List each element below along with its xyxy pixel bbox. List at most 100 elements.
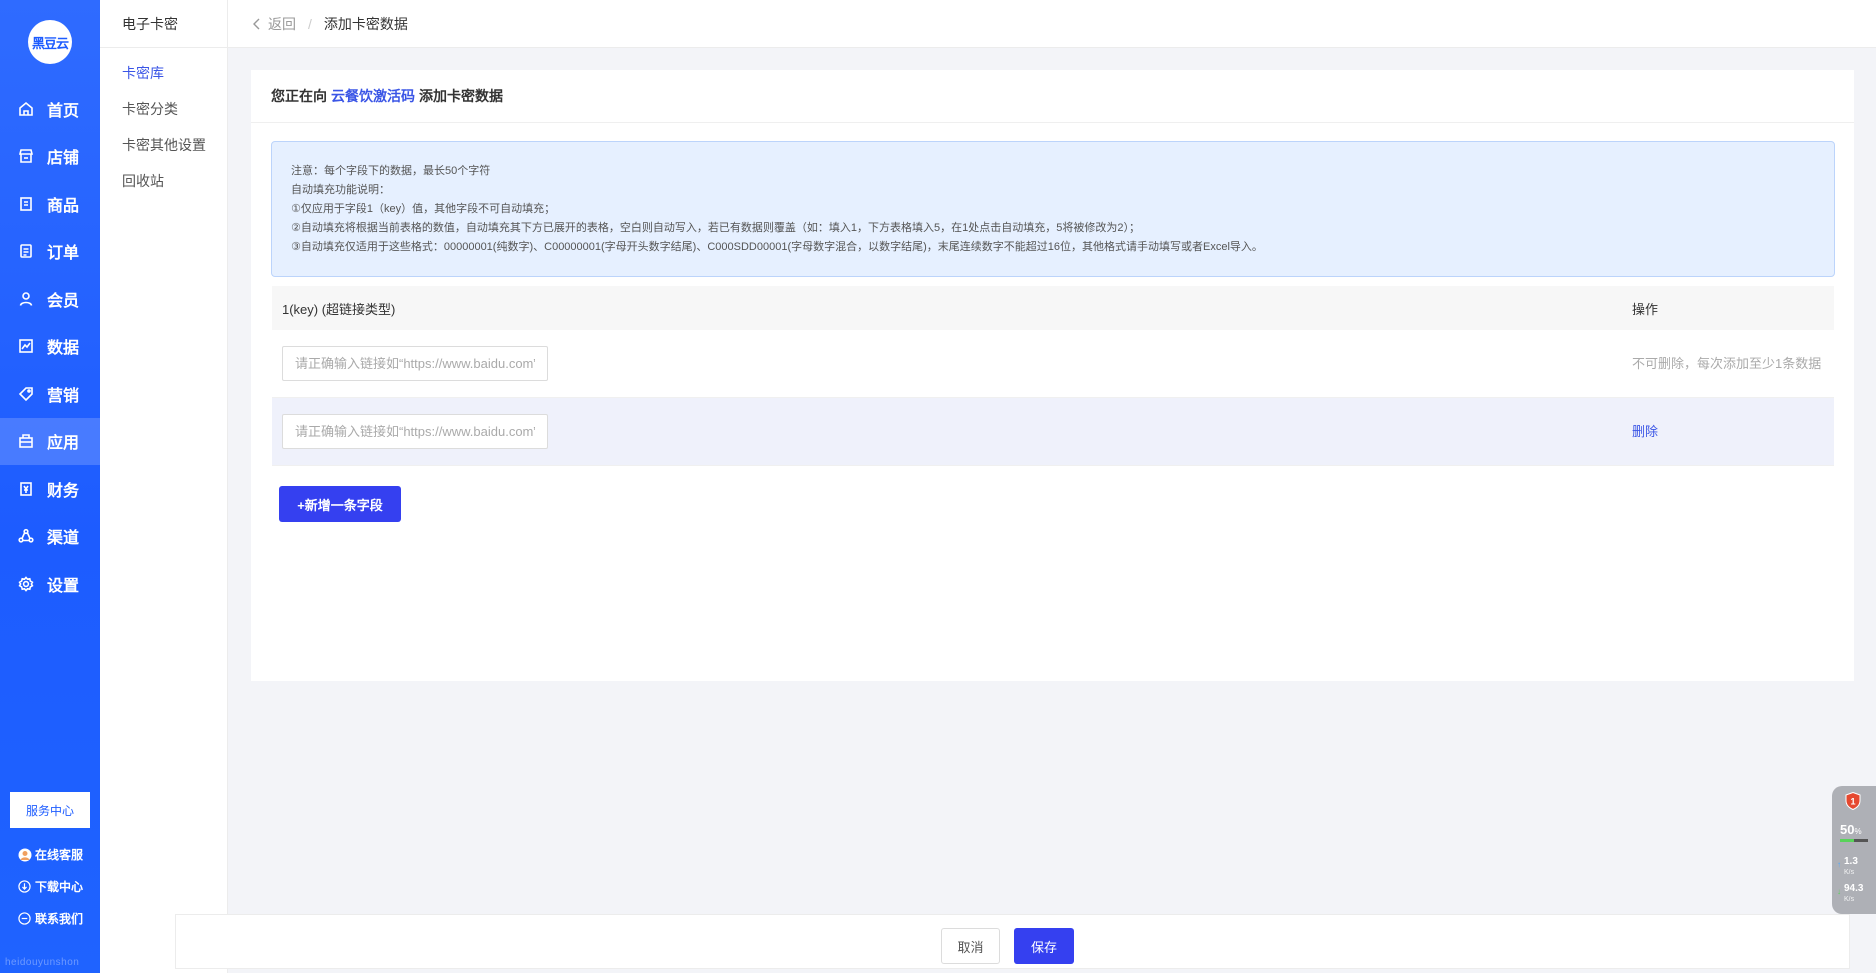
- page-title: 您正在向 云餐饮激活码 添加卡密数据: [251, 70, 1854, 123]
- back-label: 返回: [268, 15, 296, 32]
- system-monitor-widget[interactable]: 1 50% ↑ 1.3 K/s ↓ 94.3 K/s: [1832, 786, 1876, 914]
- order-icon: [17, 242, 35, 260]
- upload-unit: K/s: [1844, 869, 1855, 876]
- save-button[interactable]: 保存: [1014, 928, 1074, 964]
- download-center-link[interactable]: 下载中心: [18, 878, 83, 895]
- breadcrumb: 返回 / 添加卡密数据: [228, 0, 1876, 48]
- nav-item-channel[interactable]: 渠道: [0, 513, 100, 561]
- nav-item-label: 设置: [47, 577, 80, 595]
- gear-icon: [17, 575, 35, 593]
- notice-box: 注意：每个字段下的数据，最长50个字符 自动填充功能说明： ①仅应用于字段1（k…: [271, 141, 1835, 277]
- shield-icon: 1: [1845, 792, 1861, 810]
- bottom-action-bar: 取消 保存: [175, 914, 1850, 969]
- notice-line: ①仅应用于字段1（key）值，其他字段不可自动填充；: [291, 203, 556, 215]
- cpu-percent-value: 50: [1840, 822, 1855, 837]
- tag-icon: [17, 385, 35, 403]
- table-cell-key: [272, 346, 1632, 381]
- logo-text: 黑豆云: [31, 35, 69, 51]
- notice-line: 自动填充功能说明：: [291, 184, 390, 196]
- link-input[interactable]: [282, 346, 548, 381]
- cpu-percent-unit: %: [1854, 827, 1862, 836]
- nav-item-app[interactable]: 应用: [0, 417, 100, 465]
- subnav-item-card-other-settings[interactable]: 卡密其他设置: [100, 127, 227, 163]
- nav-item-label: 店铺: [47, 150, 80, 168]
- upload-speed: ↑ 1.3 K/s: [1837, 856, 1858, 878]
- avatar-icon: [18, 848, 32, 862]
- nav-item-store[interactable]: 店铺: [0, 133, 100, 181]
- add-field-button[interactable]: +新增一条字段: [279, 486, 401, 522]
- notice-line: 注意：每个字段下的数据，最长50个字符: [291, 165, 491, 177]
- secondary-sidebar: 电子卡密 卡密库 卡密分类 卡密其他设置 回收站: [100, 0, 228, 973]
- nav-item-label: 会员: [47, 292, 80, 310]
- nav-item-label: 数据: [47, 340, 80, 358]
- nav-item-marketing[interactable]: 营销: [0, 370, 100, 418]
- chevron-left-icon: [252, 17, 264, 31]
- nav-item-home[interactable]: 首页: [0, 85, 100, 133]
- nav-item-settings[interactable]: 设置: [0, 560, 100, 608]
- breadcrumb-separator: /: [308, 15, 312, 32]
- column-header-action: 操作: [1632, 301, 1659, 317]
- main-sidebar: 黑豆云 首页 店铺 商品 订单 会员 数据 营销 应用 财务 渠道 设置 服务中…: [0, 0, 100, 973]
- subnav-item-recycle-bin[interactable]: 回收站: [100, 163, 227, 199]
- table-row: 删除: [272, 398, 1834, 466]
- nav-item-label: 商品: [47, 197, 80, 215]
- home-icon: [17, 100, 35, 118]
- subnav-title: 电子卡密: [100, 0, 227, 48]
- logo[interactable]: 黑豆云: [28, 20, 72, 64]
- member-icon: [17, 290, 35, 308]
- chart-icon: [17, 337, 35, 355]
- cpu-bar: [1840, 839, 1868, 842]
- delete-row-link[interactable]: 删除: [1632, 423, 1834, 441]
- download-speed: ↓ 94.3 K/s: [1837, 883, 1863, 905]
- nav-item-label: 应用: [47, 435, 80, 453]
- download-icon: [18, 879, 32, 894]
- footer-brand: heidouyunshon: [5, 957, 80, 968]
- link-input[interactable]: [282, 414, 548, 449]
- channel-icon: [17, 527, 35, 545]
- subnav-item-card-library[interactable]: 卡密库: [100, 55, 227, 91]
- arrow-up-icon: ↑: [1837, 860, 1841, 869]
- nav-item-finance[interactable]: 财务: [0, 465, 100, 513]
- subnav-list: 卡密库 卡密分类 卡密其他设置 回收站: [100, 48, 227, 199]
- online-service-link[interactable]: 在线客服: [18, 846, 83, 863]
- table-cell-key: [272, 414, 1632, 449]
- nav-item-label: 首页: [47, 102, 80, 120]
- notice-line: ②自动填充将根据当前表格的数值，自动填充其下方已展开的表格，空白则自动写入，若已…: [291, 222, 1140, 234]
- arrow-down-icon: ↓: [1837, 887, 1841, 896]
- download-center-label: 下载中心: [35, 880, 84, 894]
- upload-value: 1.3: [1844, 856, 1858, 867]
- title-suffix: 添加卡密数据: [419, 88, 503, 104]
- column-header-key: 1(key) (超链接类型): [282, 301, 396, 317]
- nav-item-product[interactable]: 商品: [0, 180, 100, 228]
- nav-item-order[interactable]: 订单: [0, 228, 100, 276]
- alert-badge-count: 1: [1850, 797, 1855, 807]
- online-service-label: 在线客服: [35, 848, 84, 862]
- nav-item-label: 营销: [47, 387, 80, 405]
- contact-us-link[interactable]: 联系我们: [18, 910, 83, 927]
- finance-icon: [17, 480, 35, 498]
- app-icon: [17, 432, 35, 450]
- nav-item-label: 财务: [47, 482, 80, 500]
- cpu-percent: 50%: [1840, 822, 1862, 837]
- cpu-bar-fill: [1840, 839, 1854, 842]
- download-unit: K/s: [1844, 896, 1855, 903]
- nav-item-label: 订单: [47, 245, 80, 263]
- nav-item-data[interactable]: 数据: [0, 323, 100, 371]
- main-card: 您正在向 云餐饮激活码 添加卡密数据 注意：每个字段下的数据，最长50个字符 自…: [251, 70, 1854, 681]
- main-nav-list: 首页 店铺 商品 订单 会员 数据 营销 应用 财务 渠道 设置: [0, 85, 100, 608]
- back-link[interactable]: 返回: [252, 14, 296, 34]
- target-library-name: 云餐饮激活码: [331, 88, 415, 104]
- notice-line: ③自动填充仅适用于这些格式：00000001(纯数字)、C00000001(字母…: [291, 241, 1263, 253]
- contact-us-label: 联系我们: [35, 912, 84, 926]
- nav-item-member[interactable]: 会员: [0, 275, 100, 323]
- row-action-note: 不可删除，每次添加至少1条数据: [1632, 355, 1822, 371]
- table-header: 1(key) (超链接类型) 操作: [272, 286, 1834, 330]
- service-center-button[interactable]: 服务中心: [10, 792, 90, 828]
- data-table: 1(key) (超链接类型) 操作 不可删除，每次添加至少1条数据 删除: [272, 286, 1834, 466]
- title-prefix: 您正在向: [271, 88, 327, 104]
- chat-icon: [18, 911, 32, 926]
- product-icon: [17, 195, 35, 213]
- subnav-item-card-category[interactable]: 卡密分类: [100, 91, 227, 127]
- nav-item-label: 渠道: [47, 530, 80, 548]
- cancel-button[interactable]: 取消: [941, 928, 1000, 964]
